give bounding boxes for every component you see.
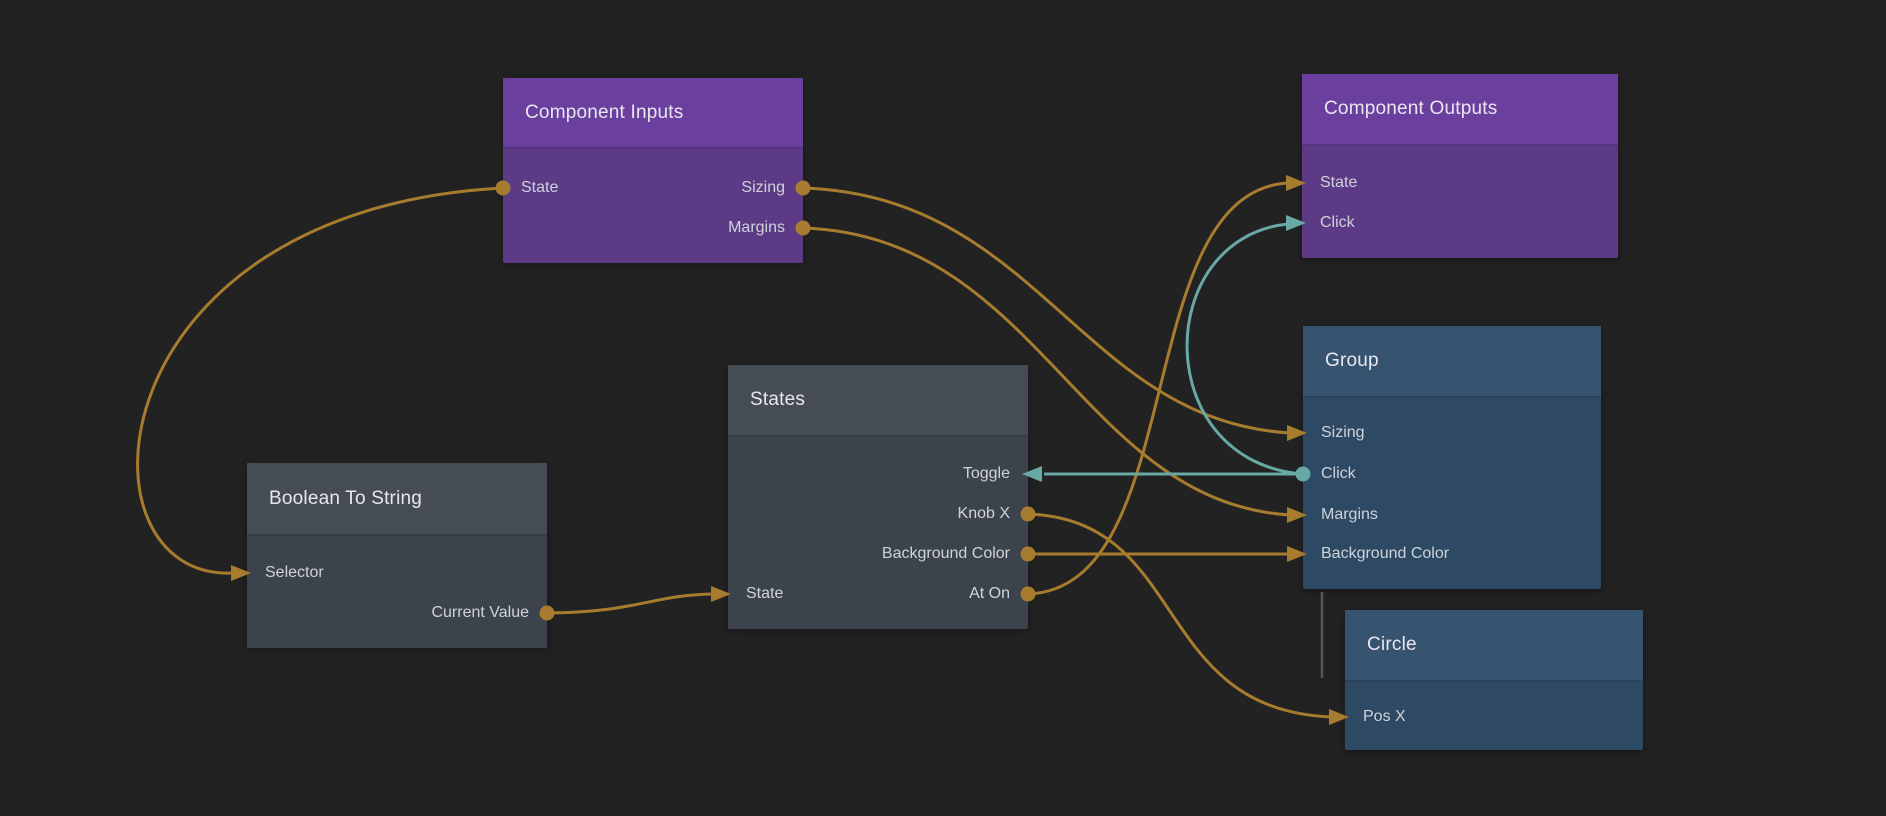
node-title: Boolean To String: [247, 488, 422, 510]
port-label: Toggle: [963, 465, 1010, 482]
node-states[interactable]: States Toggle Knob X Background Color At On S…: [728, 365, 1028, 629]
node-header[interactable]: Component Outputs: [1302, 74, 1618, 146]
connection-states-at-on-to-component-outputs-state[interactable]: [1028, 183, 1288, 594]
connection-states-knob-x-to-circle-pos-x[interactable]: [1028, 514, 1332, 717]
port-label: Margins: [728, 219, 785, 236]
port-component-inputs-sizing[interactable]: Sizing: [741, 176, 803, 200]
connection-boolean-to-string-current-value-to-states-state[interactable]: [547, 594, 714, 613]
node-component-outputs[interactable]: Component Outputs State Click: [1302, 74, 1618, 258]
port-label: Background Color: [1321, 545, 1449, 562]
node-boolean-to-string[interactable]: Boolean To String Selector Current Value: [247, 463, 547, 648]
port-states-toggle[interactable]: Toggle: [963, 462, 1028, 486]
port-label: Knob X: [958, 505, 1010, 522]
port-label: Sizing: [1321, 424, 1365, 441]
port-component-outputs-click[interactable]: Click: [1302, 211, 1355, 235]
node-title: States: [728, 389, 805, 411]
port-group-click[interactable]: Click: [1303, 462, 1356, 486]
port-label: Sizing: [741, 179, 785, 196]
node-header[interactable]: States: [728, 365, 1028, 437]
port-states-background-color[interactable]: Background Color: [882, 542, 1028, 566]
port-label: State: [521, 179, 558, 196]
node-editor-canvas[interactable]: Component InputsStateSizingMarginsCompon…: [0, 0, 1886, 816]
port-circle-pos-x[interactable]: Pos X: [1345, 705, 1406, 729]
port-label: Click: [1320, 214, 1355, 231]
node-title: Component Outputs: [1302, 98, 1497, 120]
node-title: Circle: [1345, 634, 1417, 656]
node-header[interactable]: Circle: [1345, 610, 1643, 682]
port-label: State: [746, 585, 783, 602]
port-label: Click: [1321, 465, 1356, 482]
connection-group-click-to-component-outputs-click[interactable]: [1187, 224, 1303, 474]
port-states-at-on[interactable]: At On: [969, 582, 1028, 606]
port-component-inputs-state[interactable]: State: [503, 176, 558, 200]
node-title: Group: [1303, 350, 1379, 372]
node-group[interactable]: Group Sizing Click Margins Background Color: [1303, 326, 1601, 589]
node-header[interactable]: Group: [1303, 326, 1601, 398]
port-component-outputs-state[interactable]: State: [1302, 171, 1357, 195]
port-states-knob-x[interactable]: Knob X: [958, 502, 1028, 526]
port-label: Background Color: [882, 545, 1010, 562]
port-label: State: [1320, 174, 1357, 191]
node-circle[interactable]: Circle Pos X: [1345, 610, 1643, 750]
port-label: Selector: [265, 564, 324, 581]
port-boolean-to-string-selector[interactable]: Selector: [247, 561, 324, 585]
port-group-margins[interactable]: Margins: [1303, 503, 1378, 527]
node-title: Component Inputs: [503, 102, 683, 124]
port-component-inputs-margins[interactable]: Margins: [728, 216, 803, 240]
port-label: At On: [969, 585, 1010, 602]
port-label: Current Value: [431, 604, 529, 621]
port-label: Margins: [1321, 506, 1378, 523]
port-group-background-color[interactable]: Background Color: [1303, 542, 1449, 566]
port-boolean-to-string-current-value[interactable]: Current Value: [431, 601, 547, 625]
node-component-inputs[interactable]: Component Inputs State Sizing Margins: [503, 78, 803, 263]
node-header[interactable]: Component Inputs: [503, 78, 803, 149]
node-header[interactable]: Boolean To String: [247, 463, 547, 536]
port-group-sizing[interactable]: Sizing: [1303, 421, 1365, 445]
port-states-state[interactable]: State: [728, 582, 783, 606]
port-label: Pos X: [1363, 708, 1406, 725]
